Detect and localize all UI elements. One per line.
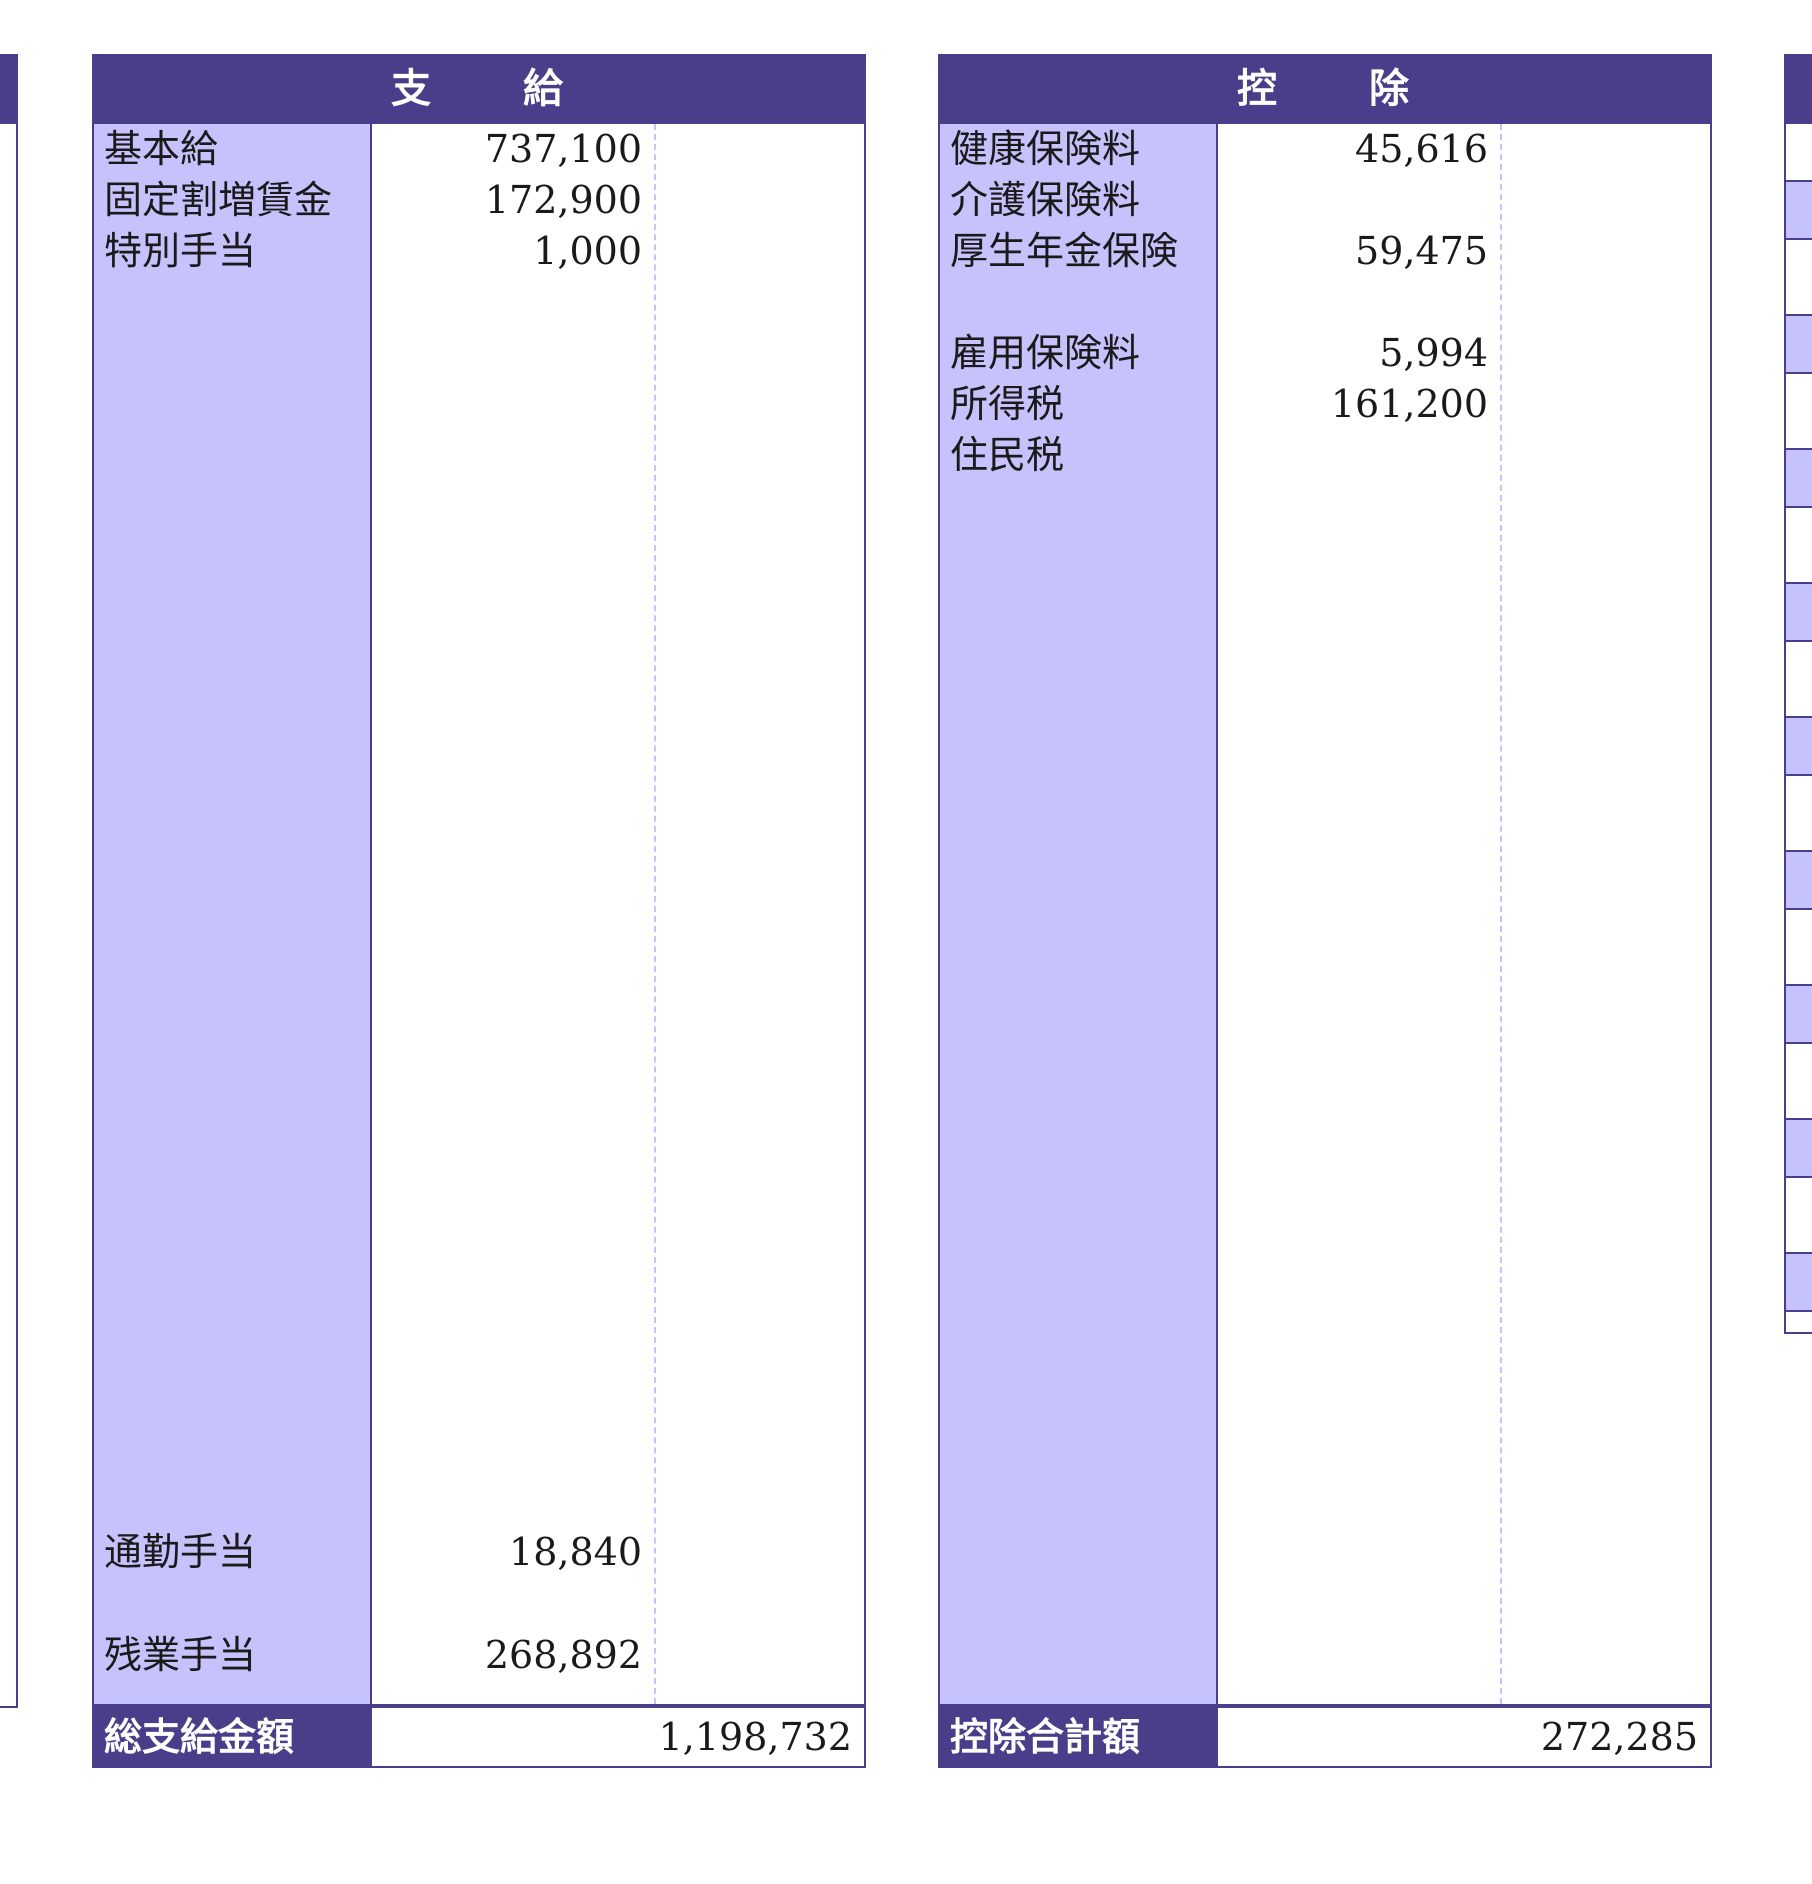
- payments-label-column: [94, 124, 372, 1704]
- adjacent-panel-cell: [1786, 984, 1812, 1044]
- payments-header: 支 給: [92, 54, 866, 124]
- payment-row-base-salary: 基本給 737,100: [94, 124, 864, 175]
- payment-label: 特別手当: [104, 229, 257, 273]
- deductions-panel: 控 除 健康保険料 45,616 介護保険料 厚生年金保険 59,475 雇用保…: [938, 54, 1712, 1768]
- payment-value: 737,100: [484, 127, 642, 171]
- payment-row-fixed-overtime: 固定割増賃金 172,900: [94, 175, 864, 226]
- payment-row-commute-allowance: 通勤手当 18,840: [94, 1527, 864, 1578]
- adjacent-panel-cell: [1786, 448, 1812, 508]
- deduction-label: 雇用保険料: [950, 331, 1141, 375]
- adjacent-panel-cell: [1786, 314, 1812, 374]
- adjacent-panel-cell: [1786, 1252, 1812, 1312]
- payments-total-value: 1,198,732: [658, 1715, 852, 1759]
- deduction-label: 住民税: [950, 433, 1065, 477]
- adjacent-panel-body-left: [0, 124, 18, 1708]
- deductions-header: 控 除: [938, 54, 1712, 124]
- payment-value: 18,840: [509, 1530, 642, 1574]
- deduction-value: 59,475: [1355, 229, 1488, 273]
- adjacent-panel-header-right: [1786, 54, 1812, 124]
- adjacent-panel-cell: [1786, 850, 1812, 910]
- payment-label: 残業手当: [104, 1633, 257, 1677]
- payment-label: 通勤手当: [104, 1530, 257, 1574]
- deductions-total-value: 272,285: [1540, 1715, 1698, 1759]
- payment-label: 基本給: [104, 127, 219, 171]
- deduction-value: 5,994: [1379, 331, 1488, 375]
- deduction-value: 161,200: [1330, 382, 1488, 426]
- payment-row-overtime-allowance: 残業手当 268,892: [94, 1630, 864, 1681]
- deduction-label: 介護保険料: [950, 178, 1141, 222]
- deduction-row-income-tax: 所得税 161,200: [940, 379, 1710, 430]
- deductions-total-row: 控除合計額 272,285: [938, 1706, 1712, 1768]
- adjacent-panel-right: [1784, 54, 1812, 1334]
- deduction-value: 45,616: [1355, 127, 1488, 171]
- deduction-label: 所得税: [950, 382, 1065, 426]
- payments-column-divider: [654, 124, 656, 1704]
- adjacent-panel-header-left: [0, 54, 18, 124]
- payments-total-label: 総支給金額: [94, 1708, 372, 1766]
- adjacent-panel-cell: [1786, 180, 1812, 240]
- deduction-row-care-insurance: 介護保険料: [940, 175, 1710, 226]
- payment-label: 固定割増賃金: [104, 178, 333, 222]
- deduction-row-resident-tax: 住民税: [940, 430, 1710, 481]
- payment-value: 1,000: [533, 229, 642, 273]
- payment-row-special-allowance: 特別手当 1,000: [94, 226, 864, 277]
- deductions-table: 健康保険料 45,616 介護保険料 厚生年金保険 59,475 雇用保険料 5…: [938, 124, 1712, 1706]
- payments-panel: 支 給 基本給 737,100 固定割増賃金 172,900 特別手当 1,00…: [92, 54, 866, 1768]
- deduction-row-health-insurance: 健康保険料 45,616: [940, 124, 1710, 175]
- adjacent-panel-cell: [1786, 582, 1812, 642]
- deduction-row-employment-insurance: 雇用保険料 5,994: [940, 328, 1710, 379]
- adjacent-panel-cell: [1786, 1118, 1812, 1178]
- payment-value: 268,892: [484, 1633, 642, 1677]
- payment-value: 172,900: [484, 178, 642, 222]
- deduction-label: 健康保険料: [950, 127, 1141, 171]
- deduction-row-pension-insurance: 厚生年金保険 59,475: [940, 226, 1710, 277]
- payments-table: 基本給 737,100 固定割増賃金 172,900 特別手当 1,000 通勤…: [92, 124, 866, 1706]
- deduction-label: 厚生年金保険: [950, 229, 1179, 273]
- deductions-total-label: 控除合計額: [940, 1708, 1218, 1766]
- adjacent-panel-cell: [1786, 716, 1812, 776]
- payments-total-row: 総支給金額 1,198,732: [92, 1706, 866, 1768]
